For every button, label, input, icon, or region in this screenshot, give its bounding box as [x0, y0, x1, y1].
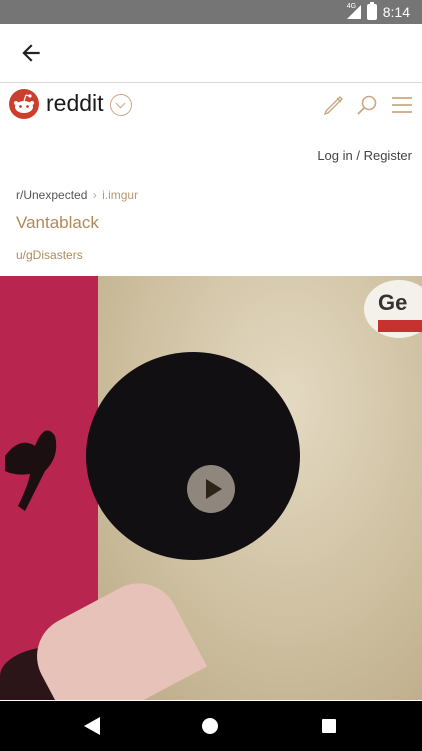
post-media[interactable]: Ge — [0, 276, 422, 700]
register-link[interactable]: Register — [364, 148, 412, 163]
network-type: 4G — [346, 3, 357, 10]
status-time: 8:14 — [382, 4, 410, 20]
signal-icon: 4G — [346, 3, 361, 19]
reddit-wordmark: reddit — [46, 90, 104, 116]
sticker-text: Ge — [378, 290, 408, 315]
pencil-icon[interactable] — [322, 93, 346, 117]
vantablack-hole — [86, 352, 300, 560]
hamburger-menu-icon[interactable] — [390, 93, 414, 117]
nav-recents-icon[interactable] — [322, 719, 336, 733]
post-meta: r/Unexpected › i.imgur — [16, 188, 138, 202]
search-icon[interactable] — [355, 93, 379, 117]
post-author[interactable]: u/gDisasters — [16, 248, 83, 262]
auth-links: Log in / Register — [0, 148, 412, 163]
login-link[interactable]: Log in — [317, 148, 352, 163]
status-bar: 4G 8:14 — [0, 0, 422, 24]
reddit-header: reddit — [0, 83, 422, 129]
post-title[interactable]: Vantablack — [16, 213, 99, 233]
status-icons: 4G 8:14 — [346, 0, 410, 24]
domain-link[interactable]: i.imgur — [102, 188, 138, 202]
app-bar — [0, 24, 422, 83]
nav-home-icon[interactable] — [202, 718, 218, 734]
lizard-silhouette — [5, 430, 57, 511]
subreddit-link[interactable]: r/Unexpected — [16, 188, 87, 202]
system-nav-bar — [0, 701, 422, 751]
auth-separator: / — [352, 148, 364, 163]
meta-separator: › — [92, 188, 97, 202]
play-icon[interactable] — [187, 465, 235, 513]
battery-icon — [366, 2, 377, 20]
chevron-down-icon[interactable] — [110, 94, 132, 116]
back-arrow-icon[interactable] — [18, 40, 44, 66]
nav-back-icon[interactable] — [84, 717, 100, 735]
reddit-logo[interactable] — [9, 89, 39, 119]
sticker-red-band — [378, 320, 422, 332]
